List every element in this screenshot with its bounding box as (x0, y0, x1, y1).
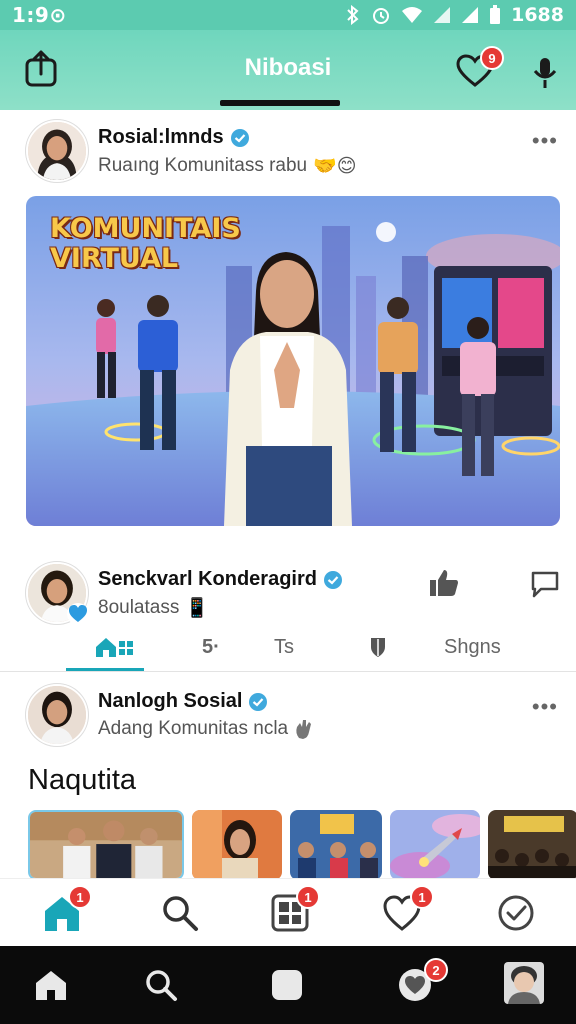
heart-badge-icon (67, 603, 89, 625)
avatar[interactable] (26, 120, 88, 182)
comment-icon[interactable] (530, 570, 560, 598)
verified-icon (230, 128, 249, 147)
hero-title: KOMUNITAIS VIRTUAL (50, 214, 241, 274)
home-badge: 1 (68, 885, 92, 909)
verified-icon (323, 570, 342, 589)
post-image[interactable]: KOMUNITAIS VIRTUAL (26, 196, 560, 526)
tab-shield[interactable] (368, 632, 388, 662)
check-circle-icon[interactable] (496, 893, 536, 933)
subtitle-text: Ruaıng Komunitass rabu (98, 155, 308, 176)
emoji-icon: 📱 (185, 598, 210, 619)
bottom-nav: 1 1 1 (0, 878, 576, 946)
thumbs-up-icon[interactable] (428, 568, 460, 598)
post-author[interactable]: Rosial:lmnds (98, 126, 250, 149)
thumbnail-row (0, 808, 576, 878)
system-home-icon[interactable] (34, 968, 68, 1002)
wifi-icon (402, 7, 423, 23)
microphone-icon[interactable] (532, 56, 558, 90)
system-heart-badge: 2 (424, 958, 448, 982)
signal-icon (434, 7, 451, 23)
thumbnail-woman-portrait[interactable] (192, 810, 282, 878)
tab-5[interactable]: 5· (202, 632, 220, 662)
thumbnail-rocket[interactable] (390, 810, 480, 878)
wave-hand-icon (296, 720, 312, 739)
alarm-icon (373, 8, 390, 24)
status-bar: 1:9⊙ 1688 (0, 0, 576, 30)
status-icons: 1688 (345, 4, 564, 26)
post-header: Rosial:lmnds Ruaıng Komunitass rabu 🤝😊 •… (0, 112, 576, 192)
author-name: Nanlogh Sosial (98, 690, 243, 712)
signal-icon-2 (462, 7, 479, 23)
post-subtitle: Ruaıng Komunitass rabu 🤝😊 (98, 154, 357, 178)
grid-badge: 1 (296, 885, 320, 909)
subtitle-text: Adang Komunitas ncla (98, 718, 289, 739)
more-options-icon[interactable]: ••• (532, 128, 558, 154)
home-grid-icon (96, 638, 133, 657)
subtitle-text: 8oulatass (98, 597, 180, 618)
emoji-icon: 🤝😊 (313, 156, 357, 177)
post-author[interactable]: Senckvarl Konderagird (98, 568, 343, 591)
thumbnail-group-photo[interactable] (28, 810, 184, 878)
post-subtitle: 8oulatass 📱 (98, 596, 209, 620)
tab-shgns[interactable]: Shgns (444, 632, 501, 662)
author-name: Senckvarl Konderagird (98, 568, 317, 590)
author-name: Rosial:lmnds (98, 126, 224, 148)
battery-icon (490, 5, 501, 24)
tab-indicator (220, 100, 340, 106)
bluetooth-icon (347, 5, 359, 25)
more-options-icon[interactable]: ••• (532, 694, 558, 720)
verified-icon (249, 692, 268, 711)
hero-title-line1: KOMUNITAIS (50, 213, 241, 244)
notification-badge: 9 (480, 46, 504, 70)
battery-percentage: 1688 (511, 4, 564, 26)
hero-title-line2: VIRTUAL (50, 243, 179, 274)
shield-icon (371, 638, 385, 657)
avatar[interactable] (26, 684, 88, 746)
system-recents-icon[interactable] (270, 968, 304, 1002)
post-author[interactable]: Nanlogh Sosial (98, 690, 268, 713)
system-search-icon[interactable] (144, 968, 178, 1002)
active-tab-underline (66, 668, 144, 671)
search-icon[interactable] (160, 893, 200, 933)
app-bar: Niboasi 9 (0, 30, 576, 110)
tab-home[interactable] (94, 632, 134, 662)
profile-avatar-icon[interactable] (504, 962, 544, 1004)
heart-badge: 1 (410, 885, 434, 909)
thumbnail-crowd[interactable] (488, 810, 576, 878)
system-nav-bar: 2 (0, 946, 576, 1024)
post-tab-row: 5· Ts Shgns (0, 624, 576, 672)
thumbnail-event[interactable] (290, 810, 382, 878)
tab-ts[interactable]: Ts (274, 632, 294, 662)
post-subtitle: Adang Komunitas ncla (98, 718, 314, 740)
section-title: Naqutita (28, 764, 137, 796)
status-time: 1:9⊙ (12, 3, 67, 27)
